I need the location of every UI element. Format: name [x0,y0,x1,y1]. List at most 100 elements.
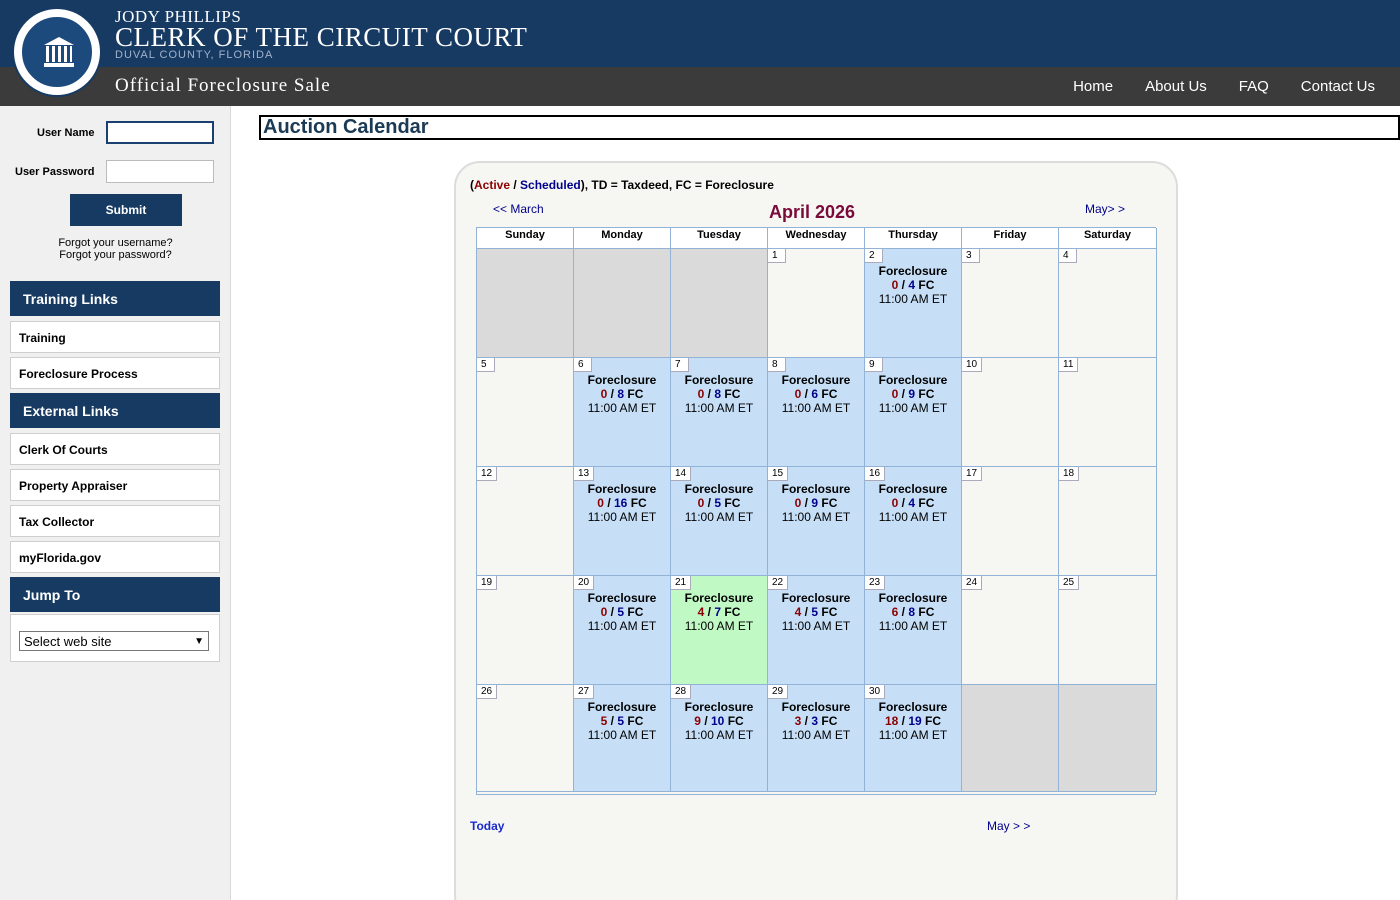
auction-type: Foreclosure [878,373,948,387]
active-count: 0 [697,496,705,510]
calendar-day-16[interactable]: 16 Foreclosure 0 / 4 FC 11:00 AM ET [865,467,962,576]
scheduled-count: 19 [908,714,922,728]
sidebar-link-foreclosure-process[interactable]: Foreclosure Process [10,357,220,389]
active-count: 0 [600,605,608,619]
sidebar-link-training[interactable]: Training [10,321,220,353]
auction-counts: 0 / 9 FC [891,387,935,401]
auction-code: FC [821,714,838,728]
calendar-day-28[interactable]: 28 Foreclosure 9 / 10 FC 11:00 AM ET [671,685,768,792]
day-number: 29 [768,685,789,699]
active-count: 0 [600,387,608,401]
scheduled-count: 4 [908,496,916,510]
calendar-day-23[interactable]: 23 Foreclosure 6 / 8 FC 11:00 AM ET [865,576,962,685]
auction-counts: 0 / 16 FC [597,496,647,510]
forgot-password-link[interactable]: Forgot your password? [0,249,231,261]
active-count: 6 [891,605,899,619]
calendar-day-27[interactable]: 27 Foreclosure 5 / 5 FC 11:00 AM ET [574,685,671,792]
auction-time: 11:00 AM ET [878,401,948,415]
forgot-username-link[interactable]: Forgot your username? [0,237,231,249]
jump-to-select[interactable]: Select web site ▼ [19,631,209,651]
calendar-day-26: 26 [477,685,574,792]
active-count: 0 [891,387,899,401]
scheduled-count: 9 [811,496,819,510]
active-count: 0 [597,496,604,510]
calendar-day-21[interactable]: 21 Foreclosure 4 / 7 FC 11:00 AM ET [671,576,768,685]
day-number: 4 [1059,249,1077,263]
username-label: User Name [37,127,95,139]
auction-type: Foreclosure [587,373,657,387]
seal-inner [20,15,94,89]
bottom-next-month-link[interactable]: May > > [987,819,1030,833]
auction-time: 11:00 AM ET [878,728,948,742]
auction-code: FC [821,387,838,401]
calendar-day-29[interactable]: 29 Foreclosure 3 / 3 FC 11:00 AM ET [768,685,865,792]
scheduled-count: 4 [908,278,916,292]
sidebar-link-clerk-of-courts[interactable]: Clerk Of Courts [10,433,220,465]
auction-counts: 3 / 3 FC [794,714,838,728]
nav-home[interactable]: Home [1073,78,1113,95]
weekday-header-saturday: Saturday [1059,228,1157,249]
auction-counts: 0 / 8 FC [697,387,741,401]
auction-time: 11:00 AM ET [587,401,657,415]
day-number: 3 [962,249,980,263]
calendar-day-5: 5 [477,358,574,467]
calendar-day-empty [962,685,1059,792]
month-title: April 2026 [768,202,856,222]
scheduled-count: 8 [908,605,916,619]
calendar-day-9[interactable]: 9 Foreclosure 0 / 9 FC 11:00 AM ET [865,358,962,467]
calendar-day-6[interactable]: 6 Foreclosure 0 / 8 FC 11:00 AM ET [574,358,671,467]
day-number: 12 [477,467,498,481]
username-input[interactable] [106,121,214,144]
scheduled-count: 7 [714,605,722,619]
auction-counts: 0 / 4 FC [891,278,935,292]
sidebar-link-tax-collector[interactable]: Tax Collector [10,505,220,537]
today-link[interactable]: Today [470,819,504,833]
training-links-header: Training Links [10,281,220,316]
calendar-day-17: 17 [962,467,1059,576]
auction-type: Foreclosure [781,482,851,496]
calendar-day-2[interactable]: 2 Foreclosure 0 / 4 FC 11:00 AM ET [865,249,962,358]
calendar-day-1: 1 [768,249,865,358]
calendar-day-18: 18 [1059,467,1157,576]
legend-sep: / [510,178,521,192]
auction-code: FC [727,714,744,728]
nav-about-us[interactable]: About Us [1145,78,1207,95]
calendar-day-14[interactable]: 14 Foreclosure 0 / 5 FC 11:00 AM ET [671,467,768,576]
auction-type: Foreclosure [878,264,948,278]
password-input[interactable] [106,160,214,183]
auction-counts: 0 / 4 FC [891,496,935,510]
calendar-day-8[interactable]: 8 Foreclosure 0 / 6 FC 11:00 AM ET [768,358,865,467]
auction-counts: 0 / 5 FC [697,496,741,510]
day-number: 24 [962,576,983,590]
auction-code: FC [821,496,838,510]
nav-faq[interactable]: FAQ [1239,78,1269,95]
day-number: 8 [768,358,786,372]
jump-to-header: Jump To [10,577,220,612]
sidebar-link-myflorida[interactable]: myFlorida.gov [10,541,220,573]
calendar-day-15[interactable]: 15 Foreclosure 0 / 9 FC 11:00 AM ET [768,467,865,576]
day-number: 13 [574,467,595,481]
active-count: 5 [600,714,608,728]
calendar-day-7[interactable]: 7 Foreclosure 0 / 8 FC 11:00 AM ET [671,358,768,467]
county-seal-icon[interactable] [12,7,102,97]
sidebar: User Name User Password Submit Forgot yo… [0,106,231,900]
auction-type: Foreclosure [684,482,754,496]
scheduled-count: 16 [614,496,628,510]
sidebar-link-property-appraiser[interactable]: Property Appraiser [10,469,220,501]
calendar-day-22[interactable]: 22 Foreclosure 4 / 5 FC 11:00 AM ET [768,576,865,685]
day-number: 5 [477,358,495,372]
submit-button[interactable]: Submit [70,194,182,226]
calendar-day-30[interactable]: 30 Foreclosure 18 / 19 FC 11:00 AM ET [865,685,962,792]
calendar-day-13[interactable]: 13 Foreclosure 0 / 16 FC 11:00 AM ET [574,467,671,576]
calendar-day-empty [671,249,768,358]
next-month-link[interactable]: May> > [1085,202,1125,216]
prev-month-link[interactable]: << March [493,202,544,216]
nav-contact-us[interactable]: Contact Us [1301,78,1375,95]
calendar-day-24: 24 [962,576,1059,685]
day-number: 14 [671,467,692,481]
calendar-day-20[interactable]: 20 Foreclosure 0 / 5 FC 11:00 AM ET [574,576,671,685]
auction-code: FC [627,387,644,401]
auction-code: FC [821,605,838,619]
scheduled-count: 5 [714,496,722,510]
auction-calendar: Sunday Monday Tuesday Wednesday Thursday Frid… [476,227,1157,795]
